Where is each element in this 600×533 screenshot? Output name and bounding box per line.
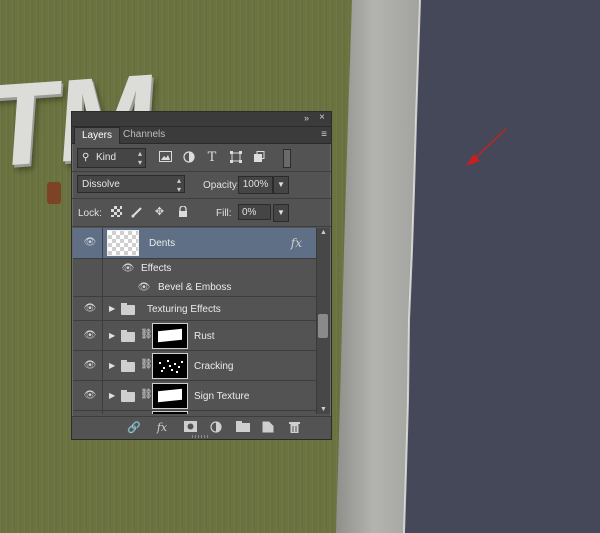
layer-thumbnail — [107, 230, 139, 256]
filter-toggle[interactable] — [283, 149, 291, 168]
blend-row: Dissolve ▴ ▾ Opacity: 100% ▼ — [72, 172, 331, 196]
lock-label: Lock: — [78, 208, 102, 219]
panel-bottom-bar: 🔗 fx — [72, 416, 331, 439]
new-group-icon[interactable] — [235, 421, 251, 435]
visibility-column — [73, 278, 103, 296]
smart-object-filter-icon[interactable] — [252, 151, 266, 164]
layer-row-dents[interactable]: 👁 Dents fx — [73, 228, 316, 259]
chevron-down-icon: ▼ — [277, 208, 285, 217]
eye-icon[interactable]: 👁 — [83, 237, 97, 248]
layers-panel: » × Layers Channels ≡ ⚲ Kind ▴ ▾ T Disso… — [71, 111, 332, 440]
opacity-field[interactable]: 100% — [238, 176, 273, 194]
layer-name: Texturing Effects — [147, 304, 221, 315]
link-layers-icon[interactable]: 🔗 — [126, 421, 142, 435]
new-layer-icon[interactable] — [260, 421, 276, 435]
lock-all-icon[interactable] — [176, 205, 189, 219]
chain-link-icon[interactable]: ⛓ — [140, 389, 153, 400]
panel-title-bar[interactable]: » × — [72, 112, 331, 127]
blend-mode-dropdown[interactable]: Dissolve ▴ ▾ — [77, 175, 185, 194]
divider — [72, 198, 331, 199]
scroll-thumb[interactable] — [318, 314, 328, 338]
effect-name: Bevel & Emboss — [158, 282, 232, 293]
layer-row-sign-texture[interactable]: 👁 ▶ ⛓ Sign Texture — [73, 381, 316, 411]
add-layer-style-icon[interactable]: fx — [154, 421, 170, 435]
chain-link-icon[interactable]: ⛓ — [140, 329, 153, 340]
close-icon[interactable]: × — [319, 112, 325, 123]
lock-position-icon[interactable]: ✥ — [153, 206, 166, 219]
fill-field[interactable]: 0% — [238, 204, 271, 220]
fill-label: Fill: — [216, 208, 232, 219]
folder-icon — [121, 390, 135, 402]
new-adjustment-layer-icon[interactable] — [208, 421, 224, 435]
opacity-label: Opacity: — [203, 180, 240, 191]
eye-icon[interactable]: 👁 — [137, 282, 151, 293]
visibility-column — [73, 259, 103, 278]
opacity-slider-button[interactable]: ▼ — [273, 176, 289, 194]
chain-link-icon[interactable]: ⛓ — [140, 359, 153, 370]
resize-grip[interactable] — [192, 435, 210, 438]
eye-icon[interactable]: 👁 — [83, 390, 97, 401]
adjustment-filter-icon[interactable] — [182, 151, 196, 164]
divider — [72, 226, 331, 227]
layer-name: Rust — [194, 331, 215, 342]
layers-scrollbar[interactable]: ▲ ▼ — [316, 228, 330, 414]
lock-image-pixels-icon[interactable] — [130, 206, 143, 219]
blend-mode-value: Dissolve — [82, 179, 120, 190]
eye-icon[interactable]: 👁 — [83, 303, 97, 314]
tab-channels[interactable]: Channels — [116, 127, 172, 143]
expand-triangle-icon[interactable]: ▶ — [109, 331, 115, 340]
layer-row-rust[interactable]: 👁 ▶ ⛓ Rust — [73, 321, 316, 351]
scroll-down-icon[interactable]: ▼ — [317, 406, 330, 413]
folder-icon — [121, 330, 135, 342]
mask-thumbnail[interactable] — [152, 353, 188, 379]
layer-name: Cracking — [194, 361, 234, 372]
eye-icon[interactable]: 👁 — [83, 360, 97, 371]
kind-filter-dropdown[interactable]: ⚲ Kind ▴ ▾ — [77, 148, 146, 168]
scroll-up-icon[interactable]: ▲ — [317, 229, 330, 236]
eye-icon[interactable]: 👁 — [121, 263, 135, 274]
type-filter-icon[interactable]: T — [205, 151, 219, 164]
panel-tabs: Layers Channels ≡ — [72, 127, 331, 144]
effect-row-bevel-emboss[interactable]: 👁 Bevel & Emboss — [73, 278, 316, 297]
delete-layer-icon[interactable] — [286, 421, 302, 435]
expand-triangle-icon[interactable]: ▶ — [109, 391, 115, 400]
visibility-column — [73, 411, 103, 414]
mask-thumbnail — [152, 411, 188, 414]
search-icon: ⚲ — [82, 152, 90, 163]
lock-row: Lock: ✥ Fill: 0% ▼ — [72, 200, 331, 224]
collapse-icon[interactable]: » — [304, 113, 309, 123]
filter-row: ⚲ Kind ▴ ▾ T — [72, 144, 331, 170]
fill-slider-button[interactable]: ▼ — [273, 204, 289, 222]
effects-label: Effects — [141, 263, 172, 274]
layer-row-texturing-effects[interactable]: 👁 ▶ Texturing Effects — [73, 297, 316, 321]
mask-thumbnail[interactable] — [152, 383, 188, 409]
kind-filter-label: Kind — [96, 152, 117, 163]
expand-triangle-icon[interactable]: ▶ — [109, 361, 115, 370]
lock-transparent-pixels-icon[interactable] — [110, 206, 123, 219]
panel-menu-icon[interactable]: ≡ — [321, 129, 327, 140]
chevron-down-icon: ▼ — [277, 180, 285, 189]
shape-filter-icon[interactable] — [229, 151, 243, 164]
expand-triangle-icon[interactable]: ▶ — [109, 304, 115, 313]
layer-name: Sign Texture — [194, 391, 250, 402]
add-mask-icon[interactable] — [182, 421, 198, 435]
layer-row-partial[interactable] — [73, 411, 316, 414]
mask-thumbnail[interactable] — [152, 323, 188, 349]
chevron-updown-icon: ▴ ▾ — [137, 149, 142, 167]
layer-row-cracking[interactable]: 👁 ▶ ⛓ Cracking — [73, 351, 316, 381]
layer-name: Dents — [149, 238, 176, 249]
eye-icon[interactable]: 👁 — [83, 330, 97, 341]
tab-layers[interactable]: Layers — [74, 127, 121, 144]
folder-icon — [121, 360, 135, 372]
layer-effects-row[interactable]: 👁 Effects — [73, 259, 316, 278]
chevron-updown-icon: ▴ ▾ — [176, 176, 181, 194]
folder-icon — [121, 303, 135, 315]
image-filter-icon[interactable] — [158, 151, 172, 164]
layers-list: 👁 Dents fx 👁 Effects 👁 Bevel & Emboss 👁 … — [73, 228, 316, 414]
fx-icon[interactable]: fx — [291, 236, 302, 250]
